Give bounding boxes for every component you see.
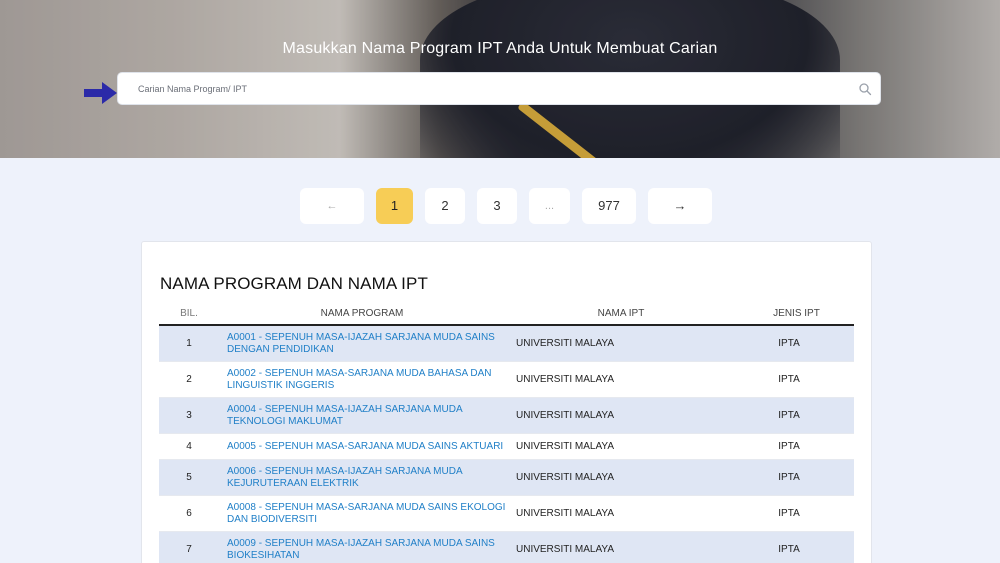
- program-link[interactable]: A0004 - SEPENUH MASA-IJAZAH SARJANA MUDA…: [227, 398, 507, 433]
- search-icon[interactable]: [858, 82, 872, 96]
- page-button-2[interactable]: 2: [425, 188, 465, 224]
- cell-bil: 7: [186, 544, 192, 555]
- cell-ipt: UNIVERSITI MALAYA: [516, 374, 614, 385]
- table-row: 1 A0001 - SEPENUH MASA-IJAZAH SARJANA MU…: [159, 326, 854, 362]
- cell-ipt: UNIVERSITI MALAYA: [516, 338, 614, 349]
- cell-jenis: IPTA: [778, 544, 800, 555]
- cell-bil: 5: [186, 472, 192, 483]
- cell-bil: 2: [186, 374, 192, 385]
- program-link[interactable]: A0001 - SEPENUH MASA-IJAZAH SARJANA MUDA…: [227, 326, 507, 361]
- cell-jenis: IPTA: [778, 410, 800, 421]
- cell-jenis: IPTA: [778, 508, 800, 519]
- page-button-977[interactable]: 977: [582, 188, 636, 224]
- cell-ipt: UNIVERSITI MALAYA: [516, 410, 614, 421]
- table-row: 4 A0005 - SEPENUH MASA-SARJANA MUDA SAIN…: [159, 434, 854, 460]
- cell-jenis: IPTA: [778, 374, 800, 385]
- cell-jenis: IPTA: [778, 441, 800, 452]
- table-row: 5 A0006 - SEPENUH MASA-IJAZAH SARJANA MU…: [159, 460, 854, 496]
- search-input[interactable]: [138, 73, 838, 104]
- cell-ipt: UNIVERSITI MALAYA: [516, 441, 614, 452]
- page-button-3[interactable]: 3: [477, 188, 517, 224]
- search-bar: [117, 72, 881, 105]
- program-link[interactable]: A0005 - SEPENUH MASA-SARJANA MUDA SAINS …: [227, 434, 507, 459]
- table-header: BIL. NAMA PROGRAM NAMA IPT JENIS IPT: [159, 304, 854, 326]
- cell-ipt: UNIVERSITI MALAYA: [516, 472, 614, 483]
- header-nama-program: NAMA PROGRAM: [320, 308, 404, 319]
- pagination: ← 1 2 3 ... 977 →: [0, 188, 1000, 224]
- header-jenis-ipt: JENIS IPT: [773, 308, 820, 319]
- header-bil: BIL.: [180, 308, 198, 319]
- next-page-button[interactable]: →: [648, 188, 712, 224]
- cell-ipt: UNIVERSITI MALAYA: [516, 544, 614, 555]
- table-row: 3 A0004 - SEPENUH MASA-IJAZAH SARJANA MU…: [159, 398, 854, 434]
- hero-title: Masukkan Nama Program IPT Anda Untuk Mem…: [282, 40, 718, 57]
- page-ellipsis: ...: [529, 188, 570, 224]
- table-title: NAMA PROGRAM DAN NAMA IPT: [160, 274, 428, 293]
- cell-ipt: UNIVERSITI MALAYA: [516, 508, 614, 519]
- table-row: 6 A0008 - SEPENUH MASA-SARJANA MUDA SAIN…: [159, 496, 854, 532]
- page-button-1[interactable]: 1: [376, 188, 413, 224]
- program-link[interactable]: A0008 - SEPENUH MASA-SARJANA MUDA SAINS …: [227, 496, 507, 531]
- results-card: NAMA PROGRAM DAN NAMA IPT BIL. NAMA PROG…: [141, 241, 872, 563]
- cell-bil: 3: [186, 410, 192, 421]
- cell-jenis: IPTA: [778, 338, 800, 349]
- cell-bil: 6: [186, 508, 192, 519]
- cell-jenis: IPTA: [778, 472, 800, 483]
- arrow-right-icon: [84, 82, 117, 104]
- program-link[interactable]: A0002 - SEPENUH MASA-SARJANA MUDA BAHASA…: [227, 362, 507, 397]
- program-link[interactable]: A0009 - SEPENUH MASA-IJAZAH SARJANA MUDA…: [227, 532, 507, 563]
- header-nama-ipt: NAMA IPT: [597, 308, 645, 319]
- table-row: 2 A0002 - SEPENUH MASA-SARJANA MUDA BAHA…: [159, 362, 854, 398]
- cell-bil: 4: [186, 441, 192, 452]
- program-link[interactable]: A0006 - SEPENUH MASA-IJAZAH SARJANA MUDA…: [227, 460, 507, 495]
- cell-bil: 1: [186, 338, 192, 349]
- prev-page-button[interactable]: ←: [300, 188, 364, 224]
- program-table: BIL. NAMA PROGRAM NAMA IPT JENIS IPT 1 A…: [159, 304, 854, 563]
- table-row: 7 A0009 - SEPENUH MASA-IJAZAH SARJANA MU…: [159, 532, 854, 563]
